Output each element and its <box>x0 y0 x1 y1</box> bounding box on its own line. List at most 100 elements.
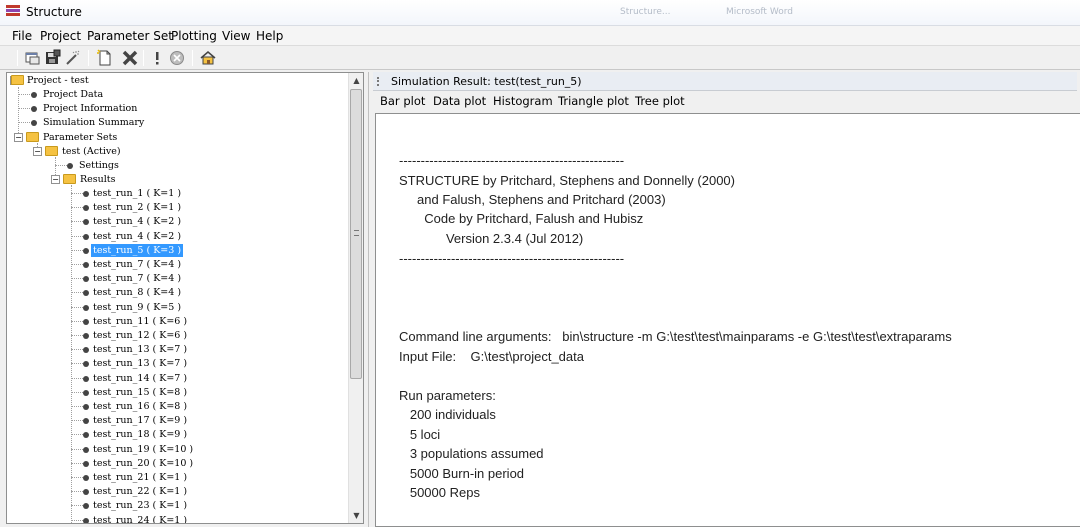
tree-item-run[interactable]: test_run_15 ( K=8 ) <box>83 386 189 399</box>
tree-item-simulation-summary[interactable]: Simulation Summary <box>31 116 146 129</box>
tree-item-label: test_run_2 ( K=1 ) <box>93 202 182 213</box>
menu-project[interactable]: Project <box>40 29 81 43</box>
scroll-down-arrow-icon[interactable]: ▼ <box>349 508 363 523</box>
leaf-bullet-icon <box>83 447 89 453</box>
result-line: 200 individuals <box>399 407 496 422</box>
tree-item-run[interactable]: test_run_2 ( K=1 ) <box>83 201 183 214</box>
tree-item-run[interactable]: test_run_22 ( K=1 ) <box>83 485 189 498</box>
result-line: Code by Pritchard, Falush and Hubisz <box>399 211 644 226</box>
leaf-bullet-icon <box>83 276 89 282</box>
tree-item-run[interactable]: test_run_20 ( K=10 ) <box>83 457 195 470</box>
tree-item-run[interactable]: test_run_12 ( K=6 ) <box>83 329 189 342</box>
result-line: ----------------------------------------… <box>399 251 625 266</box>
leaf-bullet-icon <box>83 475 89 481</box>
tree-item-run[interactable]: test_run_7 ( K=4 ) <box>83 272 183 285</box>
tab-tree-plot[interactable]: Tree plot <box>635 94 685 108</box>
tree-item-run[interactable]: test_run_17 ( K=9 ) <box>83 414 189 427</box>
toolbar-separator <box>88 50 89 66</box>
menu-help[interactable]: Help <box>256 29 283 43</box>
tree-item-label: test_run_8 ( K=4 ) <box>93 287 182 298</box>
tree-item-run[interactable]: test_run_4 ( K=2 ) <box>83 215 183 228</box>
delete-icon[interactable] <box>121 49 139 67</box>
tree-connector <box>71 236 83 237</box>
tree-item-project-information[interactable]: Project Information <box>31 102 139 115</box>
tree-item-run[interactable]: test_run_1 ( K=1 ) <box>83 187 183 200</box>
tree-item-run[interactable]: test_run_18 ( K=9 ) <box>83 428 189 441</box>
tab-data-plot[interactable]: Data plot <box>433 94 486 108</box>
leaf-bullet-icon <box>83 489 89 495</box>
leaf-bullet-icon <box>67 163 73 169</box>
tree-connector <box>18 108 32 109</box>
tree-item-run[interactable]: test_run_23 ( K=1 ) <box>83 499 189 512</box>
tree-item-label: test_run_7 ( K=4 ) <box>93 273 182 284</box>
collapse-toggle[interactable]: − <box>51 175 60 184</box>
save-icon[interactable] <box>44 49 62 67</box>
result-line: 5 loci <box>399 427 441 442</box>
result-line: STRUCTURE by Pritchard, Stephens and Don… <box>399 173 735 188</box>
menu-plotting[interactable]: Plotting <box>171 29 217 43</box>
tree-scrollbar[interactable]: ▲ ▼ <box>348 73 363 523</box>
simulation-result-panel: Simulation Result: test(test_run_5) Bar … <box>368 72 1080 527</box>
tree-item-label: test_run_13 ( K=7 ) <box>93 344 188 355</box>
tree-item-label: test_run_20 ( K=10 ) <box>93 458 194 469</box>
background-window-title: Microsoft Word <box>726 7 793 17</box>
tree-item-label: Results <box>80 174 116 185</box>
tree-connector <box>71 363 83 364</box>
tree-item-run[interactable]: test_run_5 ( K=3 ) <box>83 244 184 257</box>
stop-icon[interactable] <box>168 49 186 67</box>
tree-item-label: test_run_18 ( K=9 ) <box>93 429 188 440</box>
window-icon[interactable] <box>24 49 42 67</box>
scroll-up-arrow-icon[interactable]: ▲ <box>349 73 363 88</box>
leaf-bullet-icon <box>83 361 89 367</box>
menu-parameter-set[interactable]: Parameter Set <box>87 29 173 43</box>
menu-view[interactable]: View <box>222 29 250 43</box>
scroll-thumb[interactable] <box>350 89 362 379</box>
tree-item-label: test_run_7 ( K=4 ) <box>93 259 182 270</box>
tree-item-run[interactable]: test_run_19 ( K=10 ) <box>83 443 195 456</box>
run-icon[interactable] <box>148 49 166 67</box>
tree-item-run[interactable]: test_run_21 ( K=1 ) <box>83 471 189 484</box>
tree-connector <box>71 378 83 379</box>
tree-item-run[interactable]: test_run_7 ( K=4 ) <box>83 258 183 271</box>
tree-item-run[interactable]: test_run_13 ( K=7 ) <box>83 357 189 370</box>
tree-item-run[interactable]: test_run_9 ( K=5 ) <box>83 301 183 314</box>
leaf-bullet-icon <box>31 106 37 112</box>
tree-item-label: test_run_17 ( K=9 ) <box>93 415 188 426</box>
tab-histogram[interactable]: Histogram <box>493 94 553 108</box>
tree-item-run[interactable]: test_run_8 ( K=4 ) <box>83 286 183 299</box>
tree-item-settings[interactable]: Settings <box>67 159 121 172</box>
tree-item-project-data[interactable]: Project Data <box>31 88 105 101</box>
wand-icon[interactable] <box>64 49 82 67</box>
result-text-area[interactable]: ----------------------------------------… <box>375 113 1080 527</box>
tree-item-label: test (Active) <box>62 146 121 157</box>
tree-item-run[interactable]: test_run_16 ( K=8 ) <box>83 400 189 413</box>
tab-bar-plot[interactable]: Bar plot <box>380 94 425 108</box>
result-line: ----------------------------------------… <box>399 153 625 168</box>
home-icon[interactable] <box>199 49 217 67</box>
leaf-bullet-icon <box>83 518 89 523</box>
tree-item-run[interactable]: test_run_4 ( K=2 ) <box>83 230 183 243</box>
tree-root-label: Project - test <box>27 75 89 86</box>
tree-item-parameter-sets[interactable]: Parameter Sets <box>26 131 119 144</box>
tree-item-label: test_run_5 ( K=3 ) <box>91 244 184 257</box>
tree-item-run[interactable]: test_run_11 ( K=6 ) <box>83 315 189 328</box>
leaf-bullet-icon <box>83 219 89 225</box>
tree-connector <box>71 392 83 393</box>
plot-tabs: Bar plot Data plot Histogram Triangle pl… <box>369 92 1080 112</box>
tree-root[interactable]: Project - test <box>11 74 91 87</box>
collapse-toggle[interactable]: − <box>33 147 42 156</box>
new-document-icon[interactable] <box>96 49 114 67</box>
result-line: Version 2.3.4 (Jul 2012) <box>399 231 584 246</box>
tree-item-label: test_run_21 ( K=1 ) <box>93 472 188 483</box>
collapse-toggle[interactable]: − <box>14 133 23 142</box>
tree-item-run[interactable]: test_run_13 ( K=7 ) <box>83 343 189 356</box>
tab-triangle-plot[interactable]: Triangle plot <box>558 94 629 108</box>
tree-item-active-set[interactable]: test (Active) <box>45 145 123 158</box>
tree-connector <box>71 420 83 421</box>
tree-connector <box>71 463 83 464</box>
tree-item-run[interactable]: test_run_14 ( K=7 ) <box>83 372 189 385</box>
menu-file[interactable]: File <box>12 29 32 43</box>
result-line: Run parameters: <box>399 388 496 403</box>
tree-item-run[interactable]: test_run_24 ( K=1 ) <box>83 514 189 523</box>
panel-grip-icon[interactable] <box>377 77 383 86</box>
